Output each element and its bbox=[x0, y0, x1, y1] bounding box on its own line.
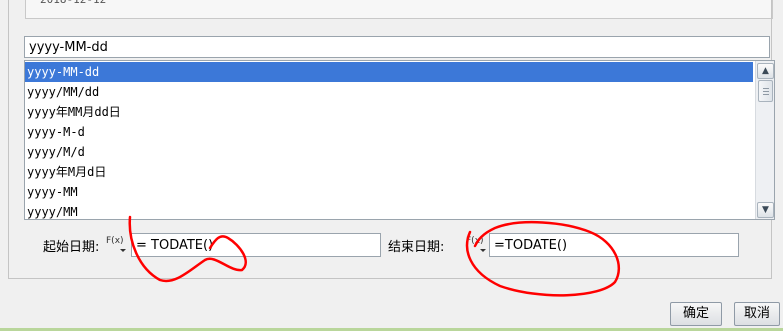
format-input[interactable] bbox=[24, 36, 770, 58]
preview-text: 2018-12-12 bbox=[40, 0, 106, 6]
grip-line bbox=[763, 94, 769, 95]
list-scrollbar[interactable]: ▲ ▼ bbox=[755, 61, 774, 219]
list-item[interactable]: yyyy年MM月dd日 bbox=[25, 102, 753, 122]
dropdown-caret-icon bbox=[120, 249, 126, 252]
start-formula-icon[interactable]: F(x) bbox=[106, 235, 128, 253]
fx-text: F(x) bbox=[106, 236, 124, 246]
list-item[interactable]: yyyy/MM/dd bbox=[25, 82, 753, 102]
scroll-up-button[interactable]: ▲ bbox=[757, 63, 774, 79]
list-item[interactable]: yyyy/MM bbox=[25, 202, 753, 219]
preview-box bbox=[25, 0, 773, 19]
grip-line bbox=[763, 88, 769, 89]
list-item[interactable]: yyyy/M/d bbox=[25, 142, 753, 162]
scroll-thumb[interactable] bbox=[758, 80, 773, 102]
end-formula-icon[interactable]: F(x) bbox=[466, 235, 488, 253]
list-item[interactable]: yyyy-MM bbox=[25, 182, 753, 202]
start-date-input[interactable] bbox=[131, 233, 381, 257]
grip-line bbox=[763, 91, 769, 92]
list-item[interactable]: yyyy年M月d日 bbox=[25, 162, 753, 182]
dialog-border-bottom bbox=[8, 278, 772, 279]
start-date-label: 起始日期: bbox=[43, 240, 100, 255]
list-item[interactable]: yyyy-MM-dd bbox=[25, 62, 753, 82]
scroll-down-button[interactable]: ▼ bbox=[757, 202, 774, 218]
end-date-input[interactable] bbox=[489, 233, 739, 257]
dialog-border-left bbox=[8, 0, 9, 279]
fx-text: F(x) bbox=[466, 236, 484, 246]
format-list[interactable]: yyyy-MM-dd yyyy/MM/dd yyyy年MM月dd日 yyyy-M… bbox=[24, 60, 775, 220]
cancel-button[interactable]: 取消 bbox=[734, 302, 780, 326]
chevron-down-icon: ▼ bbox=[762, 205, 769, 215]
ok-button[interactable]: 确定 bbox=[670, 302, 722, 326]
chevron-up-icon: ▲ bbox=[762, 66, 769, 76]
end-date-label: 结束日期: bbox=[388, 240, 445, 255]
dropdown-caret-icon bbox=[480, 249, 486, 252]
list-item[interactable]: yyyy-M-d bbox=[25, 122, 753, 142]
